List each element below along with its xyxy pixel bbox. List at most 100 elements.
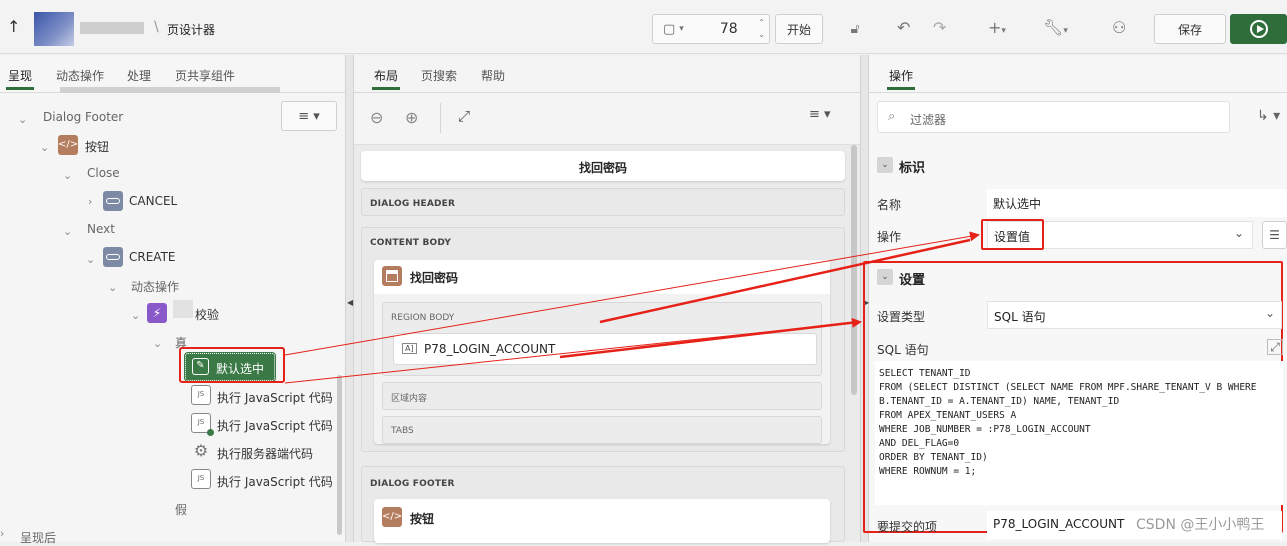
tab-dynamic-actions[interactable]: 动态操作 [56, 67, 104, 84]
sql-code-editor[interactable]: SELECT TENANT_ID FROM (SELECT DISTINCT (… [875, 361, 1283, 505]
javascript-file-icon: JS [191, 385, 211, 405]
collapse-identity-icon[interactable]: ⌄ [877, 157, 893, 173]
region-body-slot[interactable]: REGION BODY A] P78_LOGIN_ACCOUNT [382, 302, 822, 376]
tab-action[interactable]: 操作 [886, 67, 916, 90]
action-list-button[interactable]: ☰ [1262, 221, 1287, 249]
tree-exec-js-3[interactable]: 执行 JavaScript 代码 [217, 473, 333, 490]
app-name-blurred [80, 22, 144, 34]
chevron-down-icon[interactable]: ⌄ [86, 253, 95, 266]
undo-icon[interactable]: ↶ [897, 18, 910, 38]
tree-create-button[interactable]: CREATE [129, 250, 176, 264]
tree-validation-action[interactable]: 校验 [195, 306, 219, 323]
page-item-login-account[interactable]: A] P78_LOGIN_ACCOUNT [393, 333, 817, 365]
dialog-header-region[interactable]: DIALOG HEADER [361, 188, 845, 216]
content-body-region[interactable]: CONTENT BODY 找回密码 REGION BODY A] P78_LOG… [361, 227, 845, 452]
expand-code-editor-icon[interactable]: ⤢ [1267, 339, 1283, 355]
page-title-bar[interactable]: 找回密码 [361, 151, 845, 181]
add-menu-icon[interactable]: +▾ [988, 18, 1006, 41]
back-arrow-icon[interactable]: ↑ [7, 17, 20, 36]
page-icon: ▢ [663, 21, 676, 37]
go-to-group-icon[interactable]: ↳ ▾ [1257, 108, 1280, 124]
button-region-icon: </> [58, 135, 78, 155]
page-number[interactable]: 78 [720, 21, 738, 37]
utilities-wrench-icon[interactable]: 🔧︎▾ [1043, 18, 1068, 41]
chevron-down-icon: ▾ [679, 24, 684, 34]
region-content-slot[interactable]: 区域内容 [382, 382, 822, 410]
tab-help[interactable]: 帮助 [481, 67, 505, 84]
javascript-file-icon: JS [191, 413, 214, 436]
layout-menu-icon[interactable]: ≡ ▾ [809, 107, 831, 122]
buttons-region-name: 按钮 [410, 512, 435, 526]
tree-dynamic-actions[interactable]: 动态操作 [131, 278, 179, 295]
chevron-down-icon[interactable]: ⌄ [63, 169, 72, 182]
region-icon [382, 266, 402, 286]
tree-buttons[interactable]: 按钮 [85, 138, 109, 155]
chevron-down-icon[interactable]: ⌄ [131, 309, 140, 322]
right-tabs: 操作 [869, 55, 1287, 93]
name-field[interactable]: 默认选中 [987, 189, 1287, 217]
shared-components-icon[interactable]: ⚇ [1112, 18, 1126, 38]
filter-placeholder: 过滤器 [910, 113, 947, 127]
buttons-region-card[interactable]: </> 按钮 [374, 499, 830, 543]
chevron-right-icon[interactable]: › [0, 527, 4, 540]
breadcrumb-title: 页设计器 [167, 23, 216, 37]
submit-items-label: 要提交的项 [877, 520, 938, 534]
chevron-right-icon[interactable]: › [88, 195, 92, 208]
page-stepper-icon[interactable]: ⌃ ⌄ [758, 17, 765, 41]
chevron-down-icon[interactable]: ⌄ [40, 141, 49, 154]
lock-icon: 🔓︎ [850, 21, 860, 37]
tab-shared-components[interactable]: 页共享组件 [175, 67, 235, 84]
page-selector[interactable]: ▢ ▾ 78 ⌃ ⌄ [652, 14, 770, 44]
left-splitter[interactable]: ◀ [345, 55, 354, 542]
tree-next-position[interactable]: Next [87, 222, 115, 236]
lock-button[interactable]: 🔓︎ [838, 14, 872, 44]
save-button[interactable]: 保存 [1154, 14, 1226, 44]
hamburger-icon: ≡ ▾ [298, 108, 320, 124]
set-type-label: 设置类型 [877, 310, 926, 324]
tree-close-position[interactable]: Close [87, 166, 120, 180]
run-button[interactable] [1230, 14, 1287, 44]
start-button[interactable]: 开始 [775, 14, 823, 44]
zoom-out-icon[interactable]: ⊖ [370, 108, 383, 127]
list-icon: ☰ [1269, 228, 1280, 242]
tab-page-search[interactable]: 页搜索 [421, 67, 457, 84]
tree-exec-server[interactable]: 执行服务器端代码 [217, 445, 313, 462]
left-scrollbar[interactable] [337, 375, 342, 535]
search-icon: ⌕ [888, 109, 896, 124]
set-type-select[interactable]: SQL 语句 ⌄ [987, 301, 1282, 329]
filter-input[interactable]: ⌕ 过滤器 [877, 101, 1230, 133]
dialog-footer-region[interactable]: DIALOG FOOTER </> 按钮 [361, 466, 845, 543]
collapse-left-icon[interactable]: ◀ [347, 298, 353, 307]
tree-exec-js-1[interactable]: 执行 JavaScript 代码 [217, 389, 333, 406]
middle-panel-layout: 布局 页搜索 帮助 ⊖ ⊕ ⤢ ≡ ▾ 找回密码 DIALOG HEADER C… [354, 55, 860, 543]
tree-cancel-button[interactable]: CANCEL [129, 194, 177, 208]
play-icon [1249, 20, 1268, 38]
cut-off-tree-node [60, 87, 280, 93]
zoom-in-icon[interactable]: ⊕ [405, 108, 418, 127]
tree-exec-js-2[interactable]: 执行 JavaScript 代码 [217, 417, 333, 434]
tab-layout[interactable]: 布局 [371, 67, 401, 90]
tree-false-branch[interactable]: 假 [175, 501, 187, 518]
chevron-down-icon[interactable]: ⌄ [18, 113, 27, 126]
collapse-settings-icon[interactable]: ⌄ [877, 269, 893, 285]
chevron-down-icon[interactable]: ⌄ [153, 337, 162, 350]
middle-scrollbar[interactable] [851, 145, 857, 395]
text-field-icon: A] [402, 343, 417, 354]
region-find-password[interactable]: 找回密码 REGION BODY A] P78_LOGIN_ACCOUNT 区域… [374, 260, 830, 444]
redo-icon[interactable]: ↷ [933, 18, 946, 38]
name-label: 名称 [877, 198, 902, 212]
chevron-down-icon[interactable]: ⌄ [108, 281, 117, 294]
tab-processing[interactable]: 处理 [127, 67, 151, 84]
blurred-action-name [173, 300, 193, 318]
region-body-label: REGION BODY [391, 313, 455, 323]
expand-icon[interactable]: ⤢ [458, 107, 470, 125]
tree-dialog-footer[interactable]: Dialog Footer [43, 110, 123, 124]
tab-rendering[interactable]: 呈现 [5, 67, 35, 90]
middle-tabs: 布局 页搜索 帮助 [354, 55, 860, 93]
tabs-slot[interactable]: TABS [382, 416, 822, 444]
chevron-down-icon[interactable]: ⌄ [63, 225, 72, 238]
identity-header: 标识 [899, 161, 926, 176]
tree-after-render[interactable]: 呈现后 [20, 529, 56, 546]
page-title: 找回密码 [578, 161, 627, 175]
tree-menu-button[interactable]: ≡ ▾ [281, 101, 337, 131]
